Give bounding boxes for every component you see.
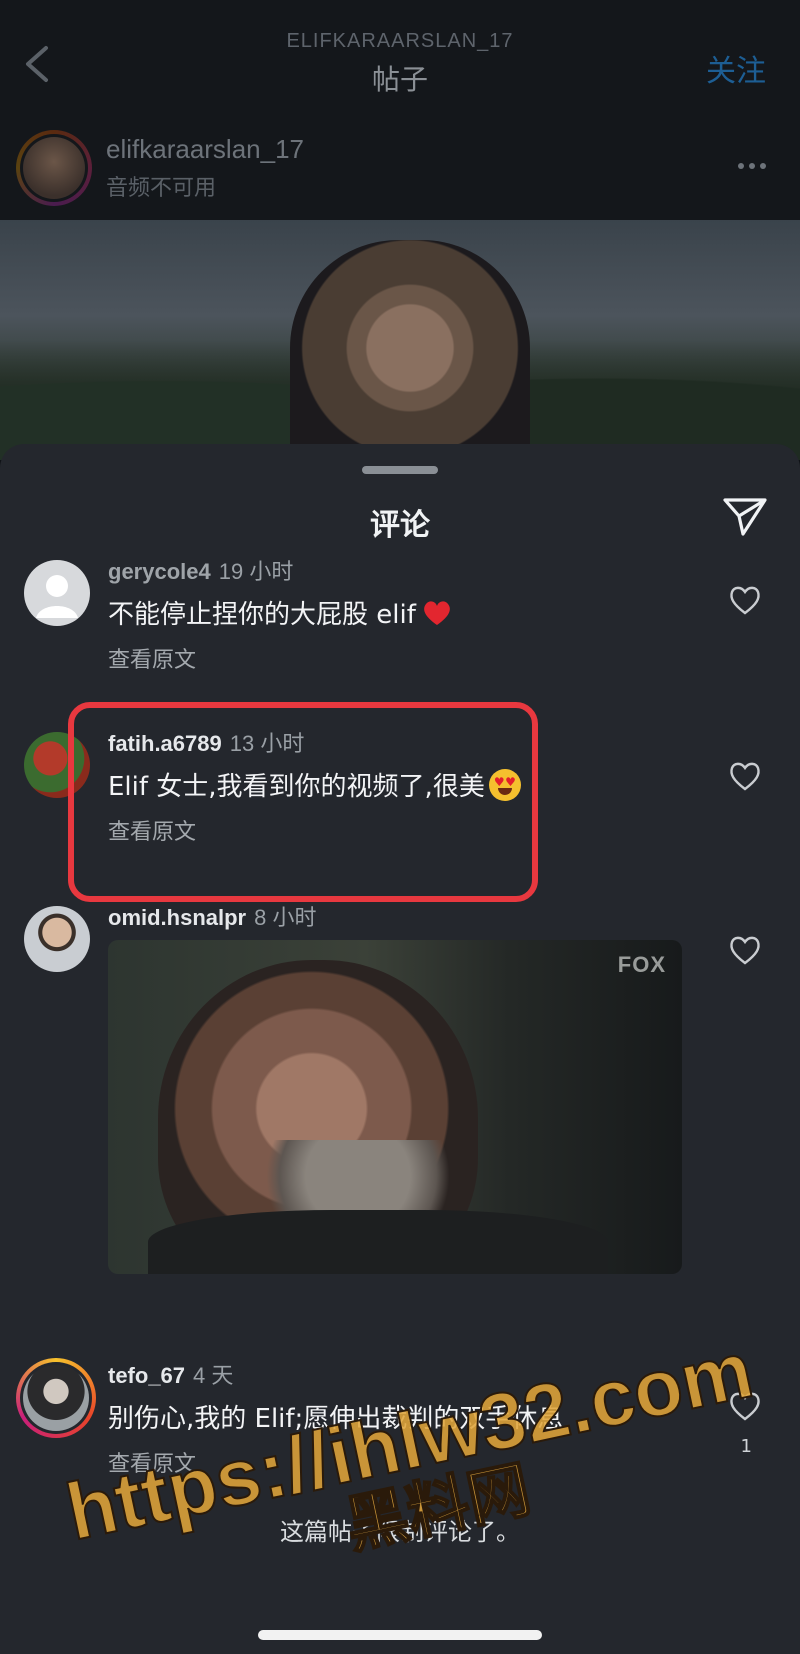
commenter-username[interactable]: omid.hsnalpr <box>108 905 246 930</box>
comment-header: gerycole4 19 小时 <box>108 554 293 586</box>
commenter-username[interactable]: tefo_67 <box>108 1363 185 1388</box>
author-avatar[interactable] <box>16 130 92 206</box>
share-send-icon[interactable] <box>722 496 768 538</box>
comment-header: omid.hsnalpr 8 小时 <box>108 900 316 932</box>
home-indicator[interactable] <box>258 1630 542 1640</box>
comment-text: 别伤心,我的 Elif;愿伸出裁判的双手休息 <box>108 1398 563 1435</box>
like-heart-icon[interactable] <box>728 760 762 792</box>
like-heart-icon[interactable] <box>728 1390 762 1422</box>
post-author-row: elifkaraarslan_17 音频不可用 <box>0 120 800 220</box>
more-options-icon[interactable] <box>738 154 774 169</box>
red-heart-emoji <box>424 601 450 625</box>
comment-text: 不能停止捏你的大屁股 elif <box>108 594 452 631</box>
commenter-avatar[interactable] <box>16 1358 96 1438</box>
comments-restricted-notice: 这篇帖子限制评论了。 <box>280 1518 520 1546</box>
comment-text-content: 不能停止捏你的大屁股 elif <box>108 600 416 630</box>
commenter-avatar[interactable] <box>24 906 90 972</box>
commenter-username[interactable]: gerycole4 <box>108 559 211 584</box>
comment-text-content: 别伤心,我的 Elif;愿伸出裁判的双手休息 <box>108 1404 564 1434</box>
comment-time: 19 小时 <box>218 559 294 584</box>
comment-time: 8 小时 <box>254 905 317 930</box>
like-count: 1 <box>740 1436 752 1457</box>
like-heart-icon[interactable] <box>728 934 762 966</box>
fox-logo: FOX <box>617 952 666 977</box>
comment-header: tefo_67 4 天 <box>108 1358 233 1390</box>
see-original-link[interactable]: 查看原文 <box>108 642 196 674</box>
page-title: 帖子 <box>371 63 428 96</box>
top-header: ELIFKARAARSLAN_17 帖子 关注 <box>0 0 800 130</box>
commenter-avatar[interactable] <box>24 560 90 626</box>
highlight-annotation-box <box>68 702 538 902</box>
comment-time: 4 天 <box>193 1363 234 1388</box>
author-username[interactable]: elifkaraarslan_17 <box>106 134 304 165</box>
post-image <box>0 220 800 460</box>
comments-title: 评论 <box>370 508 430 543</box>
like-heart-icon[interactable] <box>728 584 762 616</box>
see-original-link[interactable]: 查看原文 <box>108 1446 196 1478</box>
header-username: ELIFKARAARSLAN_17 <box>286 30 514 52</box>
follow-button[interactable]: 关注 <box>706 46 766 90</box>
audio-status: 音频不可用 <box>106 176 217 201</box>
comment-gif-media[interactable]: FOX <box>108 940 682 1274</box>
sheet-grabber[interactable] <box>362 466 438 474</box>
